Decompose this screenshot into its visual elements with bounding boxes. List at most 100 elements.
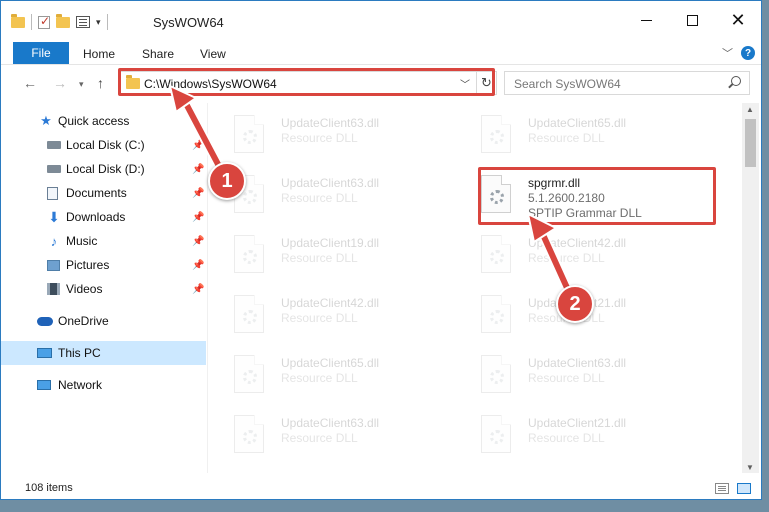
recent-locations-chevron-icon[interactable]: ▾ (79, 79, 84, 90)
dll-file-icon (481, 295, 511, 333)
gear-icon (490, 130, 504, 144)
ribbon-tabs: File Home Share View ﹀ ? (1, 39, 761, 65)
tiles-view-icon[interactable] (737, 483, 751, 494)
sidebar-item-label: Network (58, 378, 103, 392)
file-name: UpdateClient63.dll (281, 116, 380, 130)
search-box[interactable]: Search SysWOW64 (504, 71, 750, 95)
drive-icon (47, 165, 61, 173)
gear-icon (490, 430, 504, 444)
details-view-icon[interactable] (715, 483, 729, 494)
file-name: UpdateClient65.dll (528, 116, 627, 130)
sidebar-item-local-disk-c[interactable]: Local Disk (C:) 📌 (1, 133, 206, 157)
close-icon: ✕ (730, 9, 746, 30)
file-item[interactable]: UpdateClient42.dll Resource DLL (214, 287, 454, 343)
sidebar-item-label: Pictures (66, 258, 110, 272)
tab-share[interactable]: Share (142, 47, 174, 61)
sidebar-item-videos[interactable]: Videos 📌 (1, 277, 206, 301)
address-dropdown-chevron-icon[interactable]: ﹀ (460, 76, 470, 91)
sidebar-item-network[interactable]: Network (1, 373, 206, 397)
file-item[interactable]: UpdateClient65.dll Resource DLL (461, 107, 701, 163)
tab-view[interactable]: View (200, 47, 226, 61)
close-button[interactable]: ✕ (715, 1, 761, 39)
pin-icon[interactable]: 📌 (192, 164, 204, 175)
file-list: UpdateClient63.dll Resource DLL UpdateClie… (214, 103, 742, 473)
sidebar-item-onedrive[interactable]: OneDrive (1, 309, 206, 333)
file-item[interactable]: UpdateClient65.dll Resource DLL (214, 347, 454, 403)
properties-icon[interactable] (76, 16, 90, 28)
scroll-up-arrow-icon[interactable]: ▲ (746, 105, 754, 114)
tab-home[interactable]: Home (83, 47, 115, 61)
tab-file[interactable]: File (13, 42, 69, 64)
dll-file-icon (234, 295, 264, 333)
pin-icon[interactable]: 📌 (192, 284, 204, 295)
file-item[interactable]: UpdateClient63.dll Resource DLL (461, 347, 701, 403)
sidebar-item-label: OneDrive (58, 314, 109, 328)
pin-icon[interactable]: 📌 (192, 236, 204, 247)
refresh-icon[interactable]: ↻ (476, 72, 496, 94)
sidebar-item-this-pc[interactable]: This PC (1, 341, 206, 365)
file-highlight (478, 167, 716, 225)
file-name: UpdateClient19.dll (281, 236, 380, 250)
help-icon[interactable]: ? (741, 46, 755, 60)
new-folder-icon[interactable] (56, 13, 70, 28)
up-arrow-icon[interactable]: ↑ (97, 75, 104, 91)
pin-icon[interactable]: 📌 (192, 140, 204, 151)
address-bar[interactable]: C:\Windows\SysWOW64 ﹀ ↻ (119, 71, 497, 95)
properties-check-icon[interactable] (38, 14, 50, 29)
sidebar-item-local-disk-d[interactable]: Local Disk (D:) 📌 (1, 157, 206, 181)
file-item[interactable]: UpdateClient42.dll Resource DLL (461, 227, 701, 283)
sidebar-item-label: Local Disk (D:) (66, 162, 145, 176)
expand-ribbon-chevron-icon[interactable]: ﹀ (722, 45, 733, 61)
step-callout-2: 2 (556, 285, 594, 323)
scrollbar-thumb[interactable] (745, 119, 756, 167)
dll-file-icon (234, 235, 264, 273)
toolbar-separator (31, 14, 32, 30)
forward-arrow-icon[interactable]: → (53, 75, 67, 91)
pin-icon[interactable]: 📌 (192, 260, 204, 271)
file-name: UpdateClient65.dll (281, 356, 380, 370)
sidebar-item-downloads[interactable]: ⬇ Downloads 📌 (1, 205, 206, 229)
step-callout-1: 1 (208, 162, 246, 200)
dll-file-icon (481, 355, 511, 393)
customize-toolbar-caret-icon[interactable]: ▾ (96, 17, 101, 28)
dll-file-icon (234, 415, 264, 453)
pin-icon[interactable]: 📌 (192, 212, 204, 223)
file-item[interactable]: UpdateClient63.dll Resource DLL (214, 407, 454, 463)
onedrive-cloud-icon (37, 316, 53, 326)
address-path[interactable]: C:\Windows\SysWOW64 (144, 77, 277, 91)
sidebar-item-quick-access[interactable]: ★ Quick access (1, 109, 206, 133)
dll-file-icon (234, 355, 264, 393)
explorer-window: ▾ SysWOW64 ✕ File Home Share View ﹀ ? ← … (0, 0, 762, 500)
file-detail: Resource DLL (281, 131, 358, 145)
file-item[interactable]: UpdateClient63.dll Resource DLL (214, 107, 454, 163)
sidebar-item-label: Downloads (66, 210, 126, 224)
window-title: SysWOW64 (153, 15, 224, 30)
vertical-scrollbar[interactable]: ▲ ▼ (742, 103, 759, 473)
sidebar-item-documents[interactable]: Documents 📌 (1, 181, 206, 205)
minimize-button[interactable] (623, 1, 669, 39)
gear-icon (490, 370, 504, 384)
file-name: UpdateClient21.dll (528, 416, 627, 430)
back-arrow-icon[interactable]: ← (23, 75, 37, 91)
navigation-bar: ← → ▾ ↑ C:\Windows\SysWOW64 ﹀ ↻ Search S… (1, 65, 761, 103)
scroll-down-arrow-icon[interactable]: ▼ (746, 463, 754, 472)
sidebar-item-label: Videos (66, 282, 103, 296)
pane-divider[interactable] (207, 103, 208, 473)
maximize-button[interactable] (669, 1, 715, 39)
file-detail: Resource DLL (281, 191, 358, 205)
folder-icon (126, 75, 140, 89)
pin-icon[interactable]: 📌 (192, 188, 204, 199)
folder-icon[interactable] (11, 13, 25, 28)
file-item[interactable]: UpdateClient19.dll Resource DLL (214, 227, 454, 283)
sidebar-item-pictures[interactable]: Pictures 📌 (1, 253, 206, 277)
documents-icon (47, 186, 58, 200)
file-item[interactable]: UpdateClient63.dll Resource DLL (214, 167, 454, 223)
sidebar-item-music[interactable]: ♪ Music 📌 (1, 229, 206, 253)
gear-icon (243, 370, 257, 384)
sidebar-item-label: Music (66, 234, 98, 248)
search-input[interactable]: Search SysWOW64 (514, 77, 621, 91)
status-bar: 108 items (1, 475, 761, 499)
file-item[interactable]: UpdateClient21.dllResource DLL (461, 407, 701, 463)
star-icon: ★ (40, 113, 52, 128)
search-icon[interactable] (731, 76, 741, 86)
